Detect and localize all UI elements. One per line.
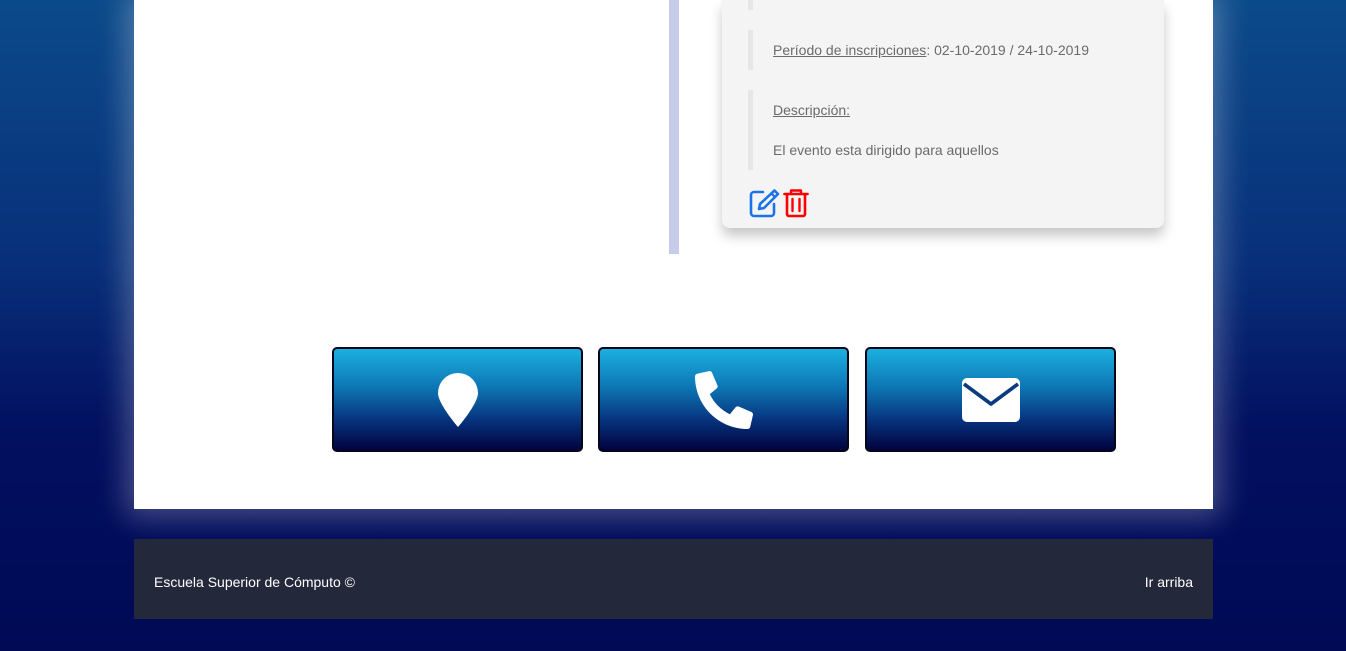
footer: Escuela Superior de Cómputo © Ir arriba (134, 539, 1213, 619)
edit-icon[interactable] (748, 188, 780, 223)
field-quote-bar (748, 30, 753, 70)
field-quote-bar (748, 90, 753, 170)
enrollment-period-separator: : (926, 42, 935, 58)
envelope-icon (961, 377, 1020, 422)
footer-copyright: Escuela Superior de Cómputo © (154, 574, 355, 590)
email-button[interactable] (865, 347, 1116, 452)
location-button[interactable] (332, 347, 583, 452)
field-quote-bar (748, 0, 753, 10)
back-to-top-link[interactable]: Ir arriba (1145, 574, 1193, 590)
enrollment-period-field: Período de inscripciones: 02-10-2019 / 2… (773, 42, 1089, 58)
enrollment-period-label: Período de inscripciones (773, 42, 927, 58)
enrollment-period-value: 02-10-2019 / 24-10-2019 (934, 42, 1089, 58)
description-text: El evento esta dirigido para aquellos (773, 142, 999, 158)
phone-icon (694, 370, 753, 429)
timeline-line (669, 0, 679, 254)
map-marker-icon (437, 372, 478, 427)
trash-icon[interactable] (783, 188, 809, 223)
description-label: Descripción: (773, 102, 851, 118)
main-content-panel: Período de inscripciones: 02-10-2019 / 2… (134, 0, 1213, 509)
event-card: Período de inscripciones: 02-10-2019 / 2… (722, 0, 1164, 228)
phone-button[interactable] (598, 347, 849, 452)
